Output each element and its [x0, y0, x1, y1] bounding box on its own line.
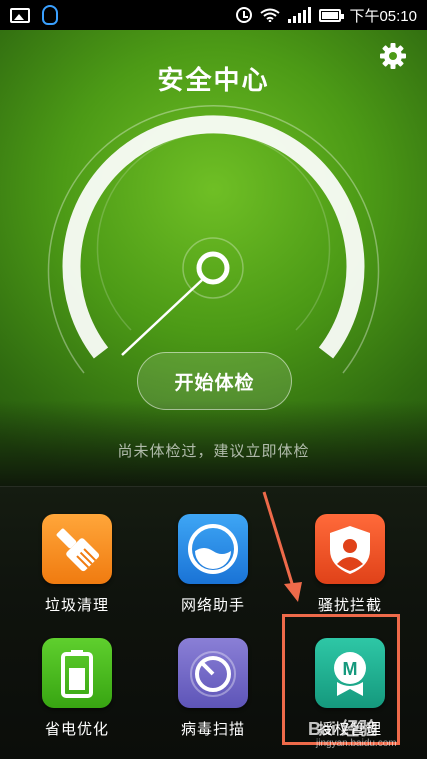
- battery-status-icon: [319, 8, 345, 22]
- wifi-icon: [260, 8, 281, 22]
- status-bar-left: [10, 5, 58, 25]
- gauge-center-knob: [196, 251, 230, 285]
- baidu-watermark-url: jingyan.baidu.com: [316, 738, 397, 749]
- tile-label: 病毒扫描: [180, 721, 245, 738]
- tile-virus-scan[interactable]: 病毒扫描: [153, 638, 273, 758]
- alarm-icon: [236, 7, 253, 23]
- tile-label: 省电优化: [44, 721, 109, 738]
- gauge-inner-ring: [96, 131, 331, 331]
- gallery-notification-icon: [10, 7, 30, 23]
- battery-icon: [42, 638, 112, 708]
- tile-power-saving[interactable]: 省电优化: [17, 638, 137, 758]
- shield-person-icon: [315, 514, 385, 584]
- status-time: 下午05:10: [349, 7, 417, 25]
- grid-divider: [0, 486, 427, 487]
- signal-icon: [288, 7, 312, 23]
- tile-junk-cleanup[interactable]: 垃圾清理: [17, 514, 137, 634]
- virus-scan-icon: [178, 638, 248, 708]
- network-icon: [178, 514, 248, 584]
- annotation-arrow: [262, 491, 302, 602]
- status-bar: 下午05:10: [0, 0, 427, 30]
- gauge-needle: [121, 279, 203, 356]
- broom-icon: [42, 514, 112, 584]
- start-checkup-button[interactable]: 开始体检: [137, 352, 292, 410]
- tile-label: 垃圾清理: [44, 597, 109, 614]
- status-bar-right: 下午05:10: [236, 5, 417, 26]
- checkup-hint: 尚未体检过，建议立即体检: [117, 443, 310, 460]
- qq-notification-icon: [42, 5, 58, 25]
